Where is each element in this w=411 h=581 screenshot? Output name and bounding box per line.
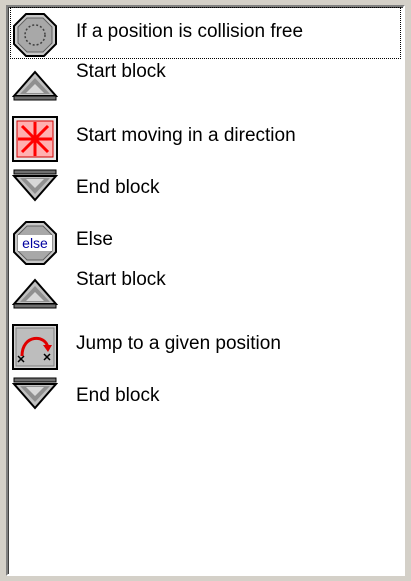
- move-direction-icon: [12, 116, 58, 162]
- action-label: End block: [76, 177, 160, 198]
- action-item-start-block[interactable]: Start block: [10, 267, 401, 319]
- action-label: Jump to a given position: [76, 333, 281, 354]
- action-label: Else: [76, 229, 113, 250]
- action-item-collision-free[interactable]: If a position is collision free: [10, 7, 401, 59]
- action-item-move-direction[interactable]: Start moving in a direction: [10, 111, 401, 163]
- end-block-icon: [12, 376, 58, 422]
- start-block-icon: [12, 64, 58, 110]
- action-label: End block: [76, 385, 160, 406]
- else-icon: else: [12, 220, 58, 266]
- action-item-else[interactable]: else Else: [10, 215, 401, 267]
- svg-text:else: else: [22, 235, 48, 251]
- collision-free-icon: [12, 12, 58, 58]
- start-block-icon: [12, 272, 58, 318]
- action-item-start-block[interactable]: Start block: [10, 59, 401, 111]
- end-block-icon: [12, 168, 58, 214]
- action-label: Start block: [76, 61, 166, 82]
- jump-position-icon: [12, 324, 58, 370]
- action-item-end-block[interactable]: End block: [10, 163, 401, 215]
- action-panel: If a position is collision free Start bl…: [0, 0, 411, 581]
- action-list[interactable]: If a position is collision free Start bl…: [6, 5, 405, 576]
- action-item-end-block[interactable]: End block: [10, 371, 401, 423]
- action-label: If a position is collision free: [76, 21, 304, 42]
- action-item-jump-position[interactable]: Jump to a given position: [10, 319, 401, 371]
- action-label: Start block: [76, 269, 166, 290]
- action-label: Start moving in a direction: [76, 125, 296, 146]
